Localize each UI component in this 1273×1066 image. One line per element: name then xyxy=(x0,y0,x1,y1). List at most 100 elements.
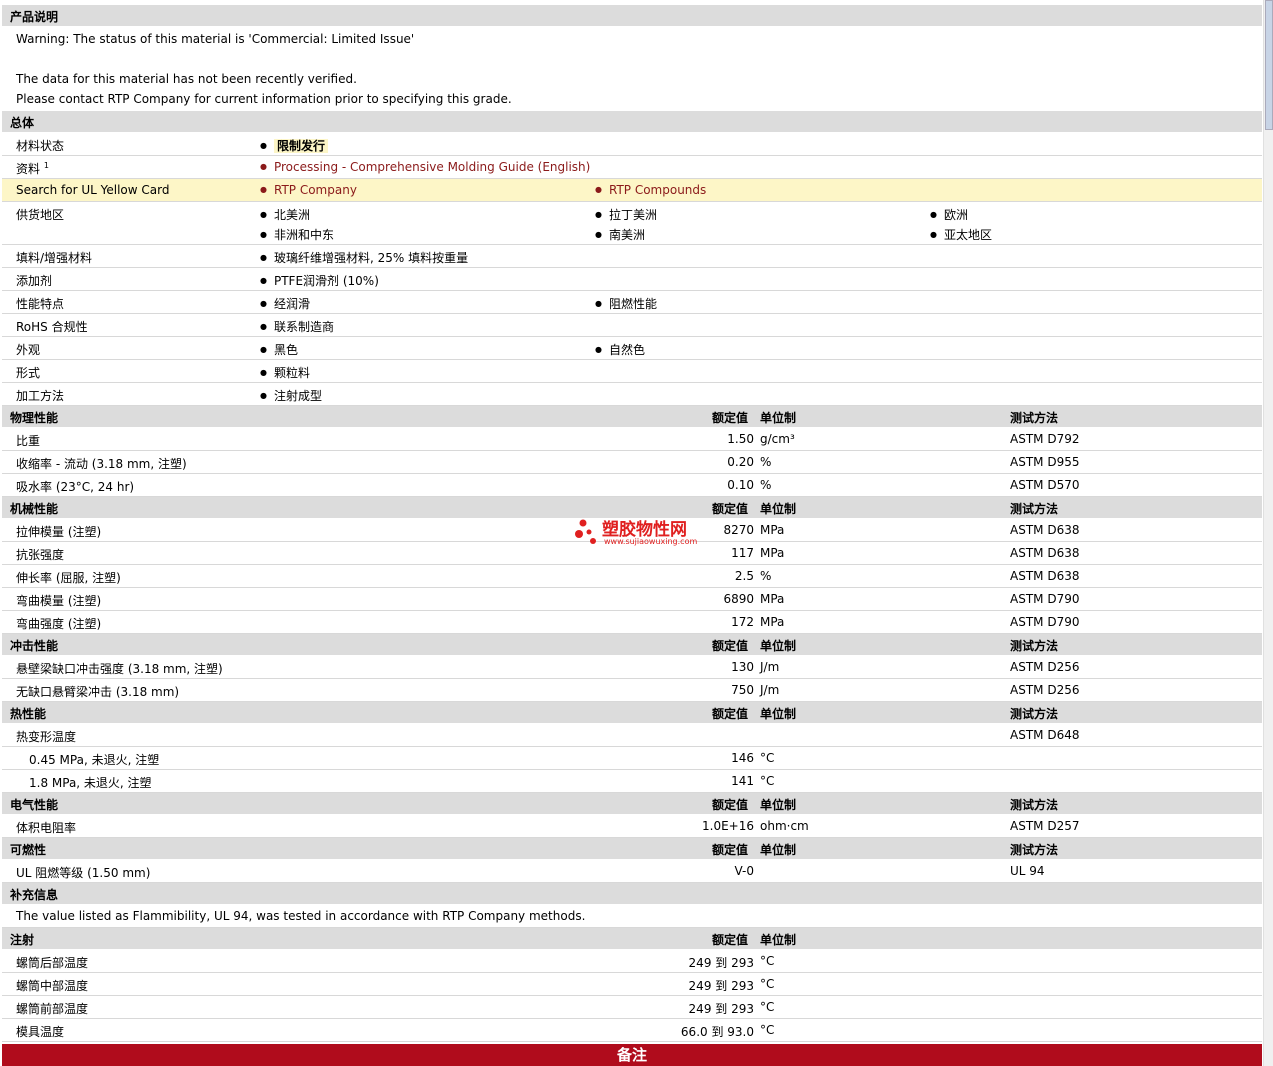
section-header-general: 总体 xyxy=(2,111,1262,133)
property-row: 弯曲模量 (注塑) 6890 MPa ASTM D790 xyxy=(2,588,1262,611)
section-header-description: 产品说明 xyxy=(2,5,1262,27)
property-unit: ohm·cm xyxy=(760,819,809,833)
scrollbar-thumb[interactable] xyxy=(1265,0,1273,130)
property-unit: J/m xyxy=(760,660,780,674)
electrical-rows: 体积电阻率 1.0E+16 ohm·cm ASTM D257 xyxy=(2,815,1262,838)
warning-text: Warning: The status of this material is … xyxy=(16,32,415,46)
property-row: 吸水率 (23°C, 24 hr) 0.10% ASTM D570 xyxy=(2,474,1262,497)
property-value: 6890 xyxy=(723,592,754,606)
rtp-compounds-link[interactable]: RTP Compounds xyxy=(595,183,706,197)
property-label: 螺筒中部温度 xyxy=(16,979,89,993)
section-header-thermal: 热性能 额定值 单位制 测试方法 xyxy=(2,702,1262,724)
test-method: ASTM D792 xyxy=(1010,432,1080,446)
test-method: ASTM D638 xyxy=(1010,569,1080,583)
property-row: 模具温度 66.0 到 93.0 °C xyxy=(2,1019,1262,1042)
property-row: 体积电阻率 1.0E+16 ohm·cm ASTM D257 xyxy=(2,815,1262,838)
test-method: ASTM D638 xyxy=(1010,546,1080,560)
row-ul-yellow-card: Search for UL Yellow Card RTP Company RT… xyxy=(2,179,1262,202)
property-label: 无缺口悬臂梁冲击 (3.18 mm) xyxy=(16,685,180,699)
vertical-scrollbar[interactable] xyxy=(1263,0,1273,1066)
section-header-electrical: 电气性能 额定值 单位制 测试方法 xyxy=(2,793,1262,815)
property-value: 117 xyxy=(731,546,754,560)
property-unit: MPa xyxy=(760,523,785,537)
test-method: ASTM D256 xyxy=(1010,660,1080,674)
row-material-status: 材料状态 限制发行 xyxy=(2,133,1262,156)
property-unit: % xyxy=(760,569,772,583)
property-label: 伸长率 (屈服, 注塑) xyxy=(16,571,121,585)
flammability-rows: UL 阻燃等级 (1.50 mm) V-0 UL 94 xyxy=(2,860,1262,883)
property-value: 0.20 xyxy=(727,455,754,469)
section-header-physical: 物理性能 额定值 单位制 测试方法 xyxy=(2,406,1262,428)
property-label: 拉伸模量 (注塑) xyxy=(16,525,102,539)
property-label: 体积电阻率 xyxy=(16,821,77,835)
property-unit: g/cm³ xyxy=(760,432,795,446)
property-value: 0.10 xyxy=(727,478,754,492)
property-unit: % xyxy=(760,478,772,492)
property-value: 172 xyxy=(731,615,754,629)
row-rohs: RoHS 合规性 联系制造商 xyxy=(2,314,1262,337)
property-unit: °C xyxy=(760,1023,775,1037)
section-header-impact: 冲击性能 额定值 单位制 测试方法 xyxy=(2,634,1262,656)
property-label: 弯曲强度 (注塑) xyxy=(16,617,102,631)
property-value: 66.0 到 93.0 xyxy=(680,1025,754,1039)
property-row: 收缩率 - 流动 (3.18 mm, 注塑) 0.20% ASTM D955 xyxy=(2,451,1262,474)
property-unit: °C xyxy=(760,751,775,765)
property-unit: MPa xyxy=(760,546,785,560)
property-row: 螺筒后部温度 249 到 293 °C xyxy=(2,950,1262,973)
rtp-company-link[interactable]: RTP Company xyxy=(260,183,357,197)
row-form: 形式 颗粒料 xyxy=(2,360,1262,383)
contact-text: Please contact RTP Company for current i… xyxy=(16,92,512,106)
property-label: 比重 xyxy=(16,434,41,448)
property-row: 螺筒前部温度 249 到 293 °C xyxy=(2,996,1262,1019)
property-label: 螺筒后部温度 xyxy=(16,956,89,970)
property-row: 悬壁梁缺口冲击强度 (3.18 mm, 注塑) 130 J/m ASTM D256 xyxy=(2,656,1262,679)
property-value: 1.50 xyxy=(727,432,754,446)
test-method: ASTM D256 xyxy=(1010,683,1080,697)
property-label: UL 阻燃等级 (1.50 mm) xyxy=(16,866,151,880)
property-value: 1.0E+16 xyxy=(702,819,754,833)
physical-rows: 比重 1.50 g/cm³ ASTM D792 收缩率 - 流动 (3.18 mm, 注… xyxy=(2,428,1262,497)
property-value: 141 xyxy=(731,774,754,788)
row-documents: 资料 1 Processing - Comprehensive Molding … xyxy=(2,156,1262,179)
property-unit: °C xyxy=(760,1000,775,1014)
property-row: 弯曲强度 (注塑) 172 MPa ASTM D790 xyxy=(2,611,1262,634)
impact-rows: 悬壁梁缺口冲击强度 (3.18 mm, 注塑) 130 J/m ASTM D256 无缺… xyxy=(2,656,1262,702)
property-value: 2.5 xyxy=(734,569,754,583)
section-header-flammability: 可燃性 额定值 单位制 测试方法 xyxy=(2,838,1262,860)
row-additive: 添加剂 PTFE润滑剂 (10%) xyxy=(2,268,1262,291)
notes-footer-bar[interactable]: 备注 xyxy=(2,1044,1262,1066)
status-value: 限制发行 xyxy=(260,137,328,154)
property-row: 螺筒中部温度 249 到 293 °C xyxy=(2,973,1262,996)
property-unit: % xyxy=(760,455,772,469)
test-method: ASTM D955 xyxy=(1010,455,1080,469)
property-unit: MPa xyxy=(760,592,785,606)
row-hdt: 热变形温度 ASTM D648 xyxy=(2,724,1262,747)
row-filler: 填料/增强材料 玻璃纤维增强材料, 25% 填料按重量 xyxy=(2,245,1262,268)
property-value: V-0 xyxy=(734,864,754,878)
property-label: 抗张强度 xyxy=(16,548,65,562)
thermal-rows: 0.45 MPa, 未退火, 注塑 146 °C 1.8 MPa, 未退火, 注塑 14… xyxy=(2,747,1262,793)
row-processing-method: 加工方法 注射成型 xyxy=(2,383,1262,406)
property-value: 130 xyxy=(731,660,754,674)
property-label: 收缩率 - 流动 (3.18 mm, 注塑) xyxy=(16,457,187,471)
test-method: UL 94 xyxy=(1010,864,1045,878)
property-label: 1.8 MPa, 未退火, 注塑 xyxy=(29,776,152,790)
row-appearance: 外观 黑色 自然色 xyxy=(2,337,1262,360)
property-row: UL 阻燃等级 (1.50 mm) V-0 UL 94 xyxy=(2,860,1262,883)
molding-guide-link[interactable]: Processing - Comprehensive Molding Guide… xyxy=(260,160,590,174)
test-method: ASTM D790 xyxy=(1010,615,1080,629)
test-method: ASTM D257 xyxy=(1010,819,1080,833)
test-method: ASTM D638 xyxy=(1010,523,1080,537)
property-value: 750 xyxy=(731,683,754,697)
property-label: 弯曲模量 (注塑) xyxy=(16,594,102,608)
property-row: 伸长率 (屈服, 注塑) 2.5% ASTM D638 xyxy=(2,565,1262,588)
description-block: Warning: The status of this material is … xyxy=(2,27,1262,111)
logo-dots-icon xyxy=(575,519,596,544)
property-unit: °C xyxy=(760,977,775,991)
property-unit: °C xyxy=(760,954,775,968)
property-unit: J/m xyxy=(760,683,780,697)
property-value: 249 到 293 xyxy=(688,979,754,993)
property-label: 吸水率 (23°C, 24 hr) xyxy=(16,480,135,494)
property-label: 0.45 MPa, 未退火, 注塑 xyxy=(29,753,160,767)
test-method: ASTM D790 xyxy=(1010,592,1080,606)
